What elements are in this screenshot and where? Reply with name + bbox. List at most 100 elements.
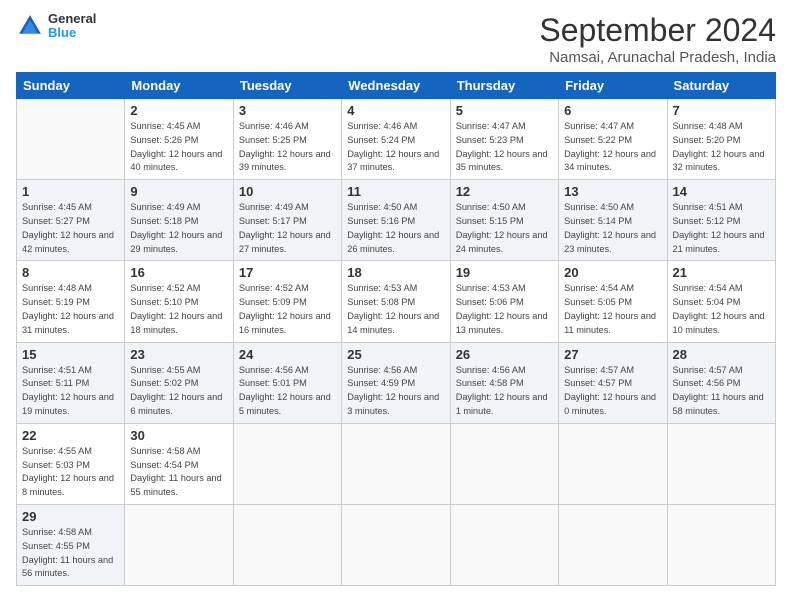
table-row — [233, 504, 341, 585]
day-info: Sunrise: 4:54 AMSunset: 5:05 PMDaylight:… — [564, 283, 656, 334]
day-number: 4 — [347, 103, 444, 118]
day-info: Sunrise: 4:53 AMSunset: 5:08 PMDaylight:… — [347, 283, 439, 334]
table-row — [125, 504, 233, 585]
day-number: 16 — [130, 265, 227, 280]
col-monday: Monday — [125, 73, 233, 99]
table-row: 2 Sunrise: 4:45 AMSunset: 5:26 PMDayligh… — [125, 99, 233, 180]
day-number: 28 — [673, 347, 770, 362]
day-number: 6 — [564, 103, 661, 118]
table-row: 12 Sunrise: 4:50 AMSunset: 5:15 PMDaylig… — [450, 180, 558, 261]
table-row: 7 Sunrise: 4:48 AMSunset: 5:20 PMDayligh… — [667, 99, 775, 180]
table-row: 13 Sunrise: 4:50 AMSunset: 5:14 PMDaylig… — [559, 180, 667, 261]
day-number: 10 — [239, 184, 336, 199]
day-info: Sunrise: 4:58 AMSunset: 4:55 PMDaylight:… — [22, 527, 113, 578]
day-info: Sunrise: 4:51 AMSunset: 5:12 PMDaylight:… — [673, 202, 765, 253]
day-info: Sunrise: 4:51 AMSunset: 5:11 PMDaylight:… — [22, 365, 114, 416]
table-row: 26 Sunrise: 4:56 AMSunset: 4:58 PMDaylig… — [450, 342, 558, 423]
table-row: 20 Sunrise: 4:54 AMSunset: 5:05 PMDaylig… — [559, 261, 667, 342]
day-info: Sunrise: 4:48 AMSunset: 5:20 PMDaylight:… — [673, 121, 765, 172]
day-info: Sunrise: 4:49 AMSunset: 5:17 PMDaylight:… — [239, 202, 331, 253]
location: Namsai, Arunachal Pradesh, India — [539, 49, 776, 66]
day-number: 11 — [347, 184, 444, 199]
day-info: Sunrise: 4:53 AMSunset: 5:06 PMDaylight:… — [456, 283, 548, 334]
day-info: Sunrise: 4:49 AMSunset: 5:18 PMDaylight:… — [130, 202, 222, 253]
table-row: 11 Sunrise: 4:50 AMSunset: 5:16 PMDaylig… — [342, 180, 450, 261]
table-row — [17, 99, 125, 180]
day-info: Sunrise: 4:55 AMSunset: 5:02 PMDaylight:… — [130, 365, 222, 416]
day-info: Sunrise: 4:47 AMSunset: 5:22 PMDaylight:… — [564, 121, 656, 172]
day-number: 17 — [239, 265, 336, 280]
table-row: 10 Sunrise: 4:49 AMSunset: 5:17 PMDaylig… — [233, 180, 341, 261]
logo-general: General — [48, 12, 96, 26]
table-row: 30 Sunrise: 4:58 AMSunset: 4:54 PMDaylig… — [125, 423, 233, 504]
title-area: September 2024 Namsai, Arunachal Pradesh… — [539, 12, 776, 66]
day-info: Sunrise: 4:46 AMSunset: 5:24 PMDaylight:… — [347, 121, 439, 172]
table-row: 21 Sunrise: 4:54 AMSunset: 5:04 PMDaylig… — [667, 261, 775, 342]
table-row: 24 Sunrise: 4:56 AMSunset: 5:01 PMDaylig… — [233, 342, 341, 423]
day-info: Sunrise: 4:56 AMSunset: 4:59 PMDaylight:… — [347, 365, 439, 416]
table-row — [667, 423, 775, 504]
table-row — [450, 504, 558, 585]
table-row: 23 Sunrise: 4:55 AMSunset: 5:02 PMDaylig… — [125, 342, 233, 423]
day-number: 5 — [456, 103, 553, 118]
day-info: Sunrise: 4:58 AMSunset: 4:54 PMDaylight:… — [130, 446, 221, 497]
table-row: 16 Sunrise: 4:52 AMSunset: 5:10 PMDaylig… — [125, 261, 233, 342]
day-number: 27 — [564, 347, 661, 362]
day-number: 24 — [239, 347, 336, 362]
day-info: Sunrise: 4:52 AMSunset: 5:09 PMDaylight:… — [239, 283, 331, 334]
day-info: Sunrise: 4:52 AMSunset: 5:10 PMDaylight:… — [130, 283, 222, 334]
day-info: Sunrise: 4:47 AMSunset: 5:23 PMDaylight:… — [456, 121, 548, 172]
table-row: 6 Sunrise: 4:47 AMSunset: 5:22 PMDayligh… — [559, 99, 667, 180]
day-number: 1 — [22, 184, 119, 199]
col-thursday: Thursday — [450, 73, 558, 99]
table-row: 1 Sunrise: 4:45 AMSunset: 5:27 PMDayligh… — [17, 180, 125, 261]
day-number: 22 — [22, 428, 119, 443]
day-number: 12 — [456, 184, 553, 199]
col-sunday: Sunday — [17, 73, 125, 99]
table-row: 28 Sunrise: 4:57 AMSunset: 4:56 PMDaylig… — [667, 342, 775, 423]
day-number: 7 — [673, 103, 770, 118]
day-number: 20 — [564, 265, 661, 280]
day-number: 18 — [347, 265, 444, 280]
day-info: Sunrise: 4:57 AMSunset: 4:56 PMDaylight:… — [673, 365, 764, 416]
logo-icon — [16, 12, 44, 40]
day-info: Sunrise: 4:45 AMSunset: 5:26 PMDaylight:… — [130, 121, 222, 172]
day-info: Sunrise: 4:48 AMSunset: 5:19 PMDaylight:… — [22, 283, 114, 334]
day-info: Sunrise: 4:46 AMSunset: 5:25 PMDaylight:… — [239, 121, 331, 172]
table-row: 4 Sunrise: 4:46 AMSunset: 5:24 PMDayligh… — [342, 99, 450, 180]
day-number: 25 — [347, 347, 444, 362]
day-info: Sunrise: 4:56 AMSunset: 4:58 PMDaylight:… — [456, 365, 548, 416]
day-number: 3 — [239, 103, 336, 118]
table-row: 27 Sunrise: 4:57 AMSunset: 4:57 PMDaylig… — [559, 342, 667, 423]
table-row: 17 Sunrise: 4:52 AMSunset: 5:09 PMDaylig… — [233, 261, 341, 342]
day-number: 13 — [564, 184, 661, 199]
logo: General Blue — [16, 12, 96, 41]
logo-text: General Blue — [48, 12, 96, 41]
day-info: Sunrise: 4:55 AMSunset: 5:03 PMDaylight:… — [22, 446, 114, 497]
table-row: 8 Sunrise: 4:48 AMSunset: 5:19 PMDayligh… — [17, 261, 125, 342]
table-row: 15 Sunrise: 4:51 AMSunset: 5:11 PMDaylig… — [17, 342, 125, 423]
table-row — [342, 423, 450, 504]
day-info: Sunrise: 4:50 AMSunset: 5:16 PMDaylight:… — [347, 202, 439, 253]
table-row: 9 Sunrise: 4:49 AMSunset: 5:18 PMDayligh… — [125, 180, 233, 261]
logo-blue: Blue — [48, 26, 96, 40]
day-info: Sunrise: 4:45 AMSunset: 5:27 PMDaylight:… — [22, 202, 114, 253]
col-saturday: Saturday — [667, 73, 775, 99]
day-number: 21 — [673, 265, 770, 280]
table-row — [450, 423, 558, 504]
table-row: 18 Sunrise: 4:53 AMSunset: 5:08 PMDaylig… — [342, 261, 450, 342]
day-number: 29 — [22, 509, 119, 524]
header-row: Sunday Monday Tuesday Wednesday Thursday… — [17, 73, 776, 99]
table-row: 5 Sunrise: 4:47 AMSunset: 5:23 PMDayligh… — [450, 99, 558, 180]
day-info: Sunrise: 4:50 AMSunset: 5:15 PMDaylight:… — [456, 202, 548, 253]
table-row: 25 Sunrise: 4:56 AMSunset: 4:59 PMDaylig… — [342, 342, 450, 423]
calendar-table: Sunday Monday Tuesday Wednesday Thursday… — [16, 72, 776, 586]
month-title: September 2024 — [539, 12, 776, 49]
table-row — [667, 504, 775, 585]
table-row — [559, 504, 667, 585]
day-info: Sunrise: 4:57 AMSunset: 4:57 PMDaylight:… — [564, 365, 656, 416]
day-number: 15 — [22, 347, 119, 362]
col-friday: Friday — [559, 73, 667, 99]
day-info: Sunrise: 4:54 AMSunset: 5:04 PMDaylight:… — [673, 283, 765, 334]
calendar-page: General Blue September 2024 Namsai, Arun… — [0, 0, 792, 612]
